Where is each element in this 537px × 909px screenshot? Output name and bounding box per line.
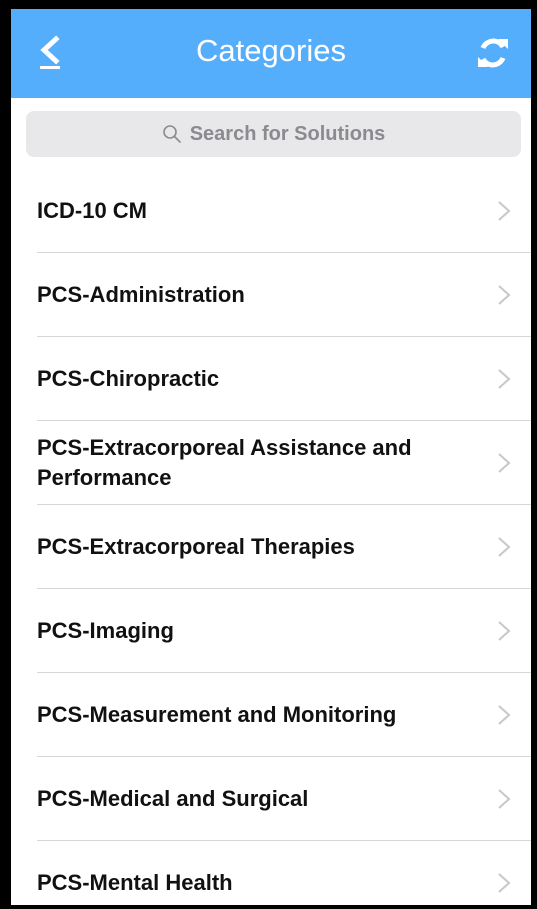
- chevron-right-icon: [498, 453, 511, 473]
- category-label: PCS-Medical and Surgical: [37, 786, 309, 811]
- category-label: PCS-Measurement and Monitoring: [37, 702, 397, 727]
- category-label: ICD-10 CM: [37, 198, 148, 223]
- category-item-pcs-mental-health[interactable]: PCS-Mental Health: [11, 841, 531, 905]
- app-screen: Categories Search for Solutions ICD-10 C…: [11, 9, 531, 905]
- search-placeholder: Search for Solutions: [189, 122, 386, 145]
- refresh-button[interactable]: [476, 35, 510, 71]
- category-label: PCS-Extracorporeal Assistance and Perfor…: [37, 435, 412, 490]
- chevron-right-icon: [498, 369, 511, 389]
- category-item-pcs-measurement-monitoring[interactable]: PCS-Measurement and Monitoring: [11, 673, 531, 757]
- search-input[interactable]: Search for Solutions: [26, 111, 521, 157]
- category-label: PCS-Mental Health: [37, 870, 233, 895]
- refresh-icon: [478, 38, 508, 68]
- category-label: PCS-Imaging: [37, 618, 174, 643]
- category-item-pcs-chiropractic[interactable]: PCS-Chiropractic: [11, 337, 531, 421]
- category-item-icd-10-cm[interactable]: ICD-10 CM: [11, 169, 531, 253]
- chevron-right-icon: [498, 537, 511, 557]
- category-item-pcs-extracorporeal-therapies[interactable]: PCS-Extracorporeal Therapies: [11, 505, 531, 589]
- category-item-pcs-extracorporeal-assistance[interactable]: PCS-Extracorporeal Assistance and Perfor…: [11, 421, 531, 505]
- category-label: PCS-Extracorporeal Therapies: [37, 534, 355, 559]
- category-list: ICD-10 CM PCS-Administration PCS-Chiropr…: [11, 169, 531, 905]
- page-title: Categories: [196, 33, 346, 68]
- chevron-right-icon: [498, 201, 511, 221]
- category-item-pcs-administration[interactable]: PCS-Administration: [11, 253, 531, 337]
- chevron-right-icon: [498, 873, 511, 893]
- chevron-right-icon: [498, 705, 511, 725]
- category-item-pcs-imaging[interactable]: PCS-Imaging: [11, 589, 531, 673]
- search-icon: [162, 125, 181, 143]
- chevron-right-icon: [498, 621, 511, 641]
- category-item-pcs-medical-surgical[interactable]: PCS-Medical and Surgical: [11, 757, 531, 841]
- category-label: PCS-Administration: [37, 282, 245, 307]
- chevron-right-icon: [498, 789, 511, 809]
- navigation-bar: Categories: [11, 9, 531, 98]
- category-label: PCS-Chiropractic: [37, 366, 220, 391]
- chevron-right-icon: [498, 285, 511, 305]
